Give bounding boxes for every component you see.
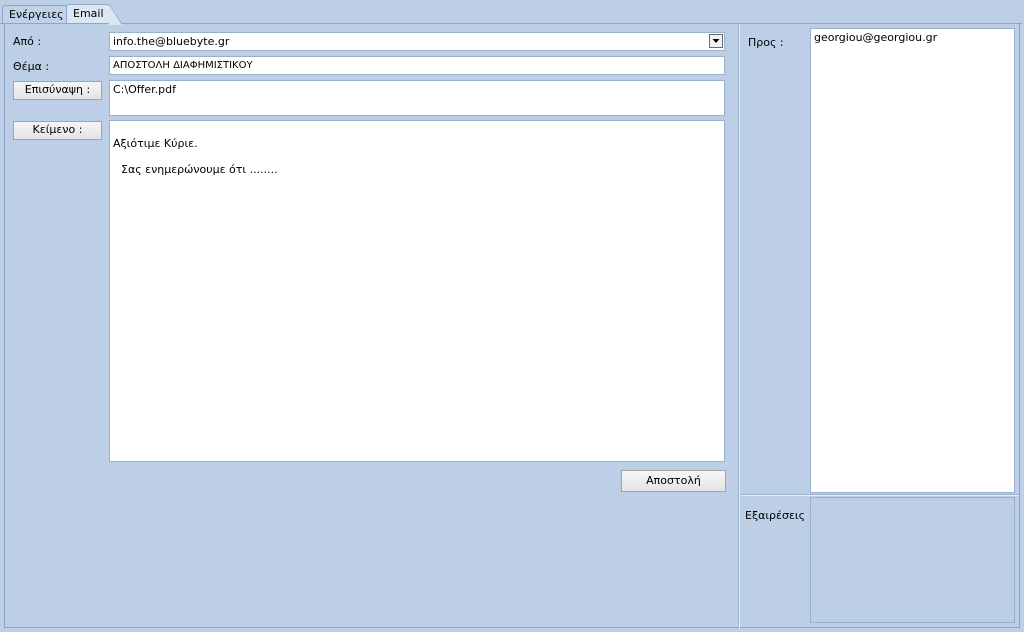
horizontal-splitter[interactable] bbox=[742, 494, 1018, 496]
from-value: info.the@bluebyte.gr bbox=[113, 35, 230, 48]
to-list[interactable]: georgiou@georgiou.gr bbox=[810, 28, 1015, 493]
body-line: Αξιότιμε Κύριε. bbox=[113, 137, 198, 150]
to-recipient: georgiou@georgiou.gr bbox=[814, 31, 938, 44]
tab-strip: Ενέργειες Email bbox=[0, 0, 1024, 25]
subject-input[interactable]: ΑΠΟΣΤΟΛΗ ΔΙΑΦΗΜΙΣΤΙΚΟΥ bbox=[109, 56, 725, 75]
body-line: Σας ενημερώνουμε ότι ........ bbox=[121, 163, 278, 176]
chevron-down-icon[interactable] bbox=[709, 34, 723, 48]
subject-label: Θέμα : bbox=[13, 60, 50, 73]
from-label: Από : bbox=[13, 35, 42, 48]
tab-email[interactable]: Email bbox=[66, 4, 123, 25]
text-button[interactable]: Κείμενο : bbox=[13, 121, 102, 140]
from-select[interactable]: info.the@bluebyte.gr bbox=[109, 32, 725, 51]
attachment-button[interactable]: Επισύναψη : bbox=[13, 81, 102, 100]
exclusions-list[interactable] bbox=[810, 497, 1015, 623]
vertical-splitter[interactable] bbox=[738, 24, 740, 628]
attachment-field[interactable]: C:\Offer.pdf bbox=[109, 80, 725, 116]
exclusions-label: Εξαιρέσεις : bbox=[745, 509, 813, 522]
send-button[interactable]: Αποστολή bbox=[621, 470, 726, 492]
message-body[interactable]: Αξιότιμε Κύριε. Σας ενημερώνουμε ότι ...… bbox=[109, 120, 725, 462]
to-label: Προς : bbox=[748, 36, 784, 49]
email-window: Ενέργειες Email Από : info.the@bluebyte.… bbox=[0, 0, 1024, 632]
tab-actions[interactable]: Ενέργειες bbox=[2, 5, 68, 24]
